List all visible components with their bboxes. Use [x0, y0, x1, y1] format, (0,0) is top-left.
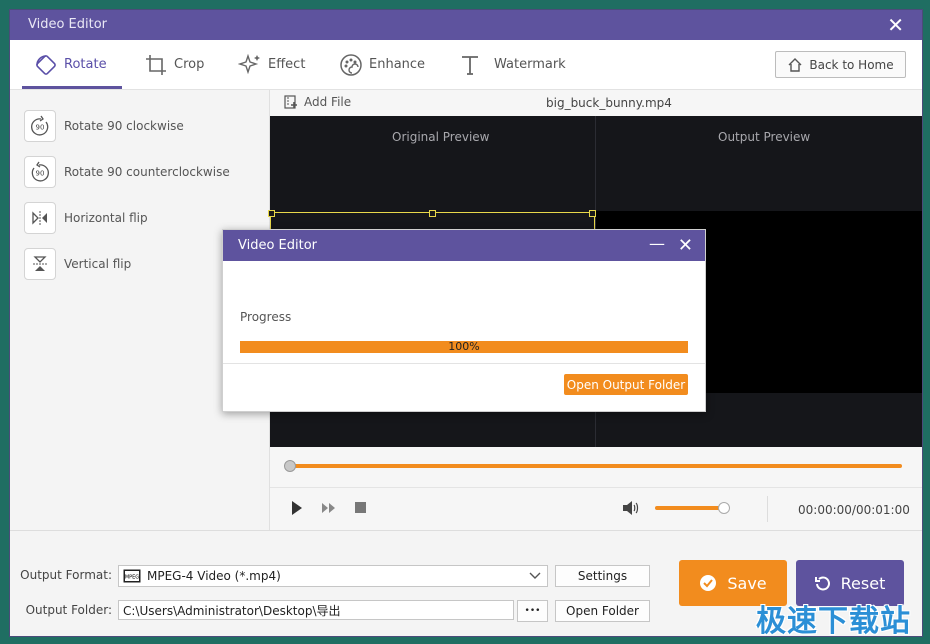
add-file-icon: [284, 95, 297, 109]
file-name: big_buck_bunny.mp4: [546, 96, 672, 110]
play-icon[interactable]: [290, 500, 304, 516]
tab-label: Watermark: [494, 57, 566, 72]
vertical-flip-icon: [24, 248, 56, 280]
progress-label: Progress: [240, 310, 292, 324]
stop-icon[interactable]: [355, 502, 366, 513]
output-folder-label: Output Folder:: [25, 603, 112, 617]
svg-text:90: 90: [36, 170, 45, 178]
rotate-counterclockwise-option[interactable]: 90 Rotate 90 counterclockwise: [24, 155, 230, 189]
edit-toolbar: Rotate Crop Effect Enhance Watermark Bac…: [10, 40, 922, 90]
close-icon[interactable]: ✕: [887, 15, 904, 35]
site-watermark: 极速下载站: [756, 604, 911, 639]
settings-button[interactable]: Settings: [555, 565, 650, 587]
effect-icon: [238, 53, 260, 74]
horizontal-flip-icon: [24, 202, 56, 234]
volume-slider[interactable]: [655, 506, 723, 510]
rotate-icon: [36, 54, 56, 75]
volume-knob[interactable]: [718, 502, 730, 514]
original-preview-label: Original Preview: [392, 130, 490, 144]
dialog-title-bar: Video Editor — ✕: [223, 230, 705, 261]
chevron-down-icon: [529, 572, 541, 579]
rotate-counterclockwise-icon: 90: [24, 156, 56, 188]
add-file-button[interactable]: Add File: [284, 95, 351, 109]
progress-dialog: Video Editor — ✕ Progress 100% Open Outp…: [222, 229, 706, 412]
volume-icon[interactable]: [622, 500, 640, 516]
horizontal-flip-option[interactable]: Horizontal flip: [24, 201, 148, 235]
home-icon: [788, 57, 802, 72]
reset-label: Reset: [840, 573, 886, 593]
tab-effect[interactable]: Effect: [238, 40, 305, 89]
enhance-icon: [340, 53, 362, 76]
title-bar: Video Editor ✕: [10, 10, 922, 40]
dialog-title: Video Editor: [238, 238, 318, 253]
back-to-home-label: Back to Home: [809, 57, 894, 72]
option-label: Rotate 90 counterclockwise: [64, 165, 230, 179]
back-to-home-button[interactable]: Back to Home: [775, 51, 906, 78]
mpeg-file-icon: MPEG: [123, 569, 141, 583]
seek-knob[interactable]: [284, 460, 296, 472]
minimize-icon[interactable]: —: [649, 234, 665, 253]
file-bar: Add File big_buck_bunny.mp4: [270, 90, 922, 116]
dialog-divider: [223, 363, 705, 364]
tab-label: Enhance: [369, 57, 426, 72]
output-folder-field[interactable]: C:\Users\Administrator\Desktop\导出: [118, 600, 514, 620]
timeline: [270, 447, 922, 487]
window-title: Video Editor: [28, 17, 108, 32]
dialog-close-icon[interactable]: ✕: [678, 235, 693, 256]
watermark-icon: [462, 55, 478, 75]
option-label: Horizontal flip: [64, 211, 148, 225]
tab-enhance[interactable]: Enhance: [339, 40, 425, 89]
add-file-label: Add File: [304, 95, 352, 109]
output-format-select[interactable]: MPEG MPEG-4 Video (*.mp4): [118, 565, 548, 587]
crop-handle[interactable]: [429, 210, 436, 217]
output-format-value: MPEG-4 Video (*.mp4): [147, 569, 281, 583]
crop-handle[interactable]: [589, 210, 596, 217]
browse-folder-button[interactable]: •••: [517, 600, 548, 622]
save-label: Save: [727, 573, 767, 593]
fast-forward-icon[interactable]: [321, 500, 337, 516]
svg-text:90: 90: [36, 124, 45, 132]
open-output-folder-button[interactable]: Open Output Folder: [564, 374, 688, 395]
rotate-clockwise-option[interactable]: 90 Rotate 90 clockwise: [24, 109, 184, 143]
tab-label: Crop: [174, 57, 205, 72]
vertical-flip-option[interactable]: Vertical flip: [24, 247, 131, 281]
svg-text:MPEG: MPEG: [125, 575, 139, 581]
option-label: Vertical flip: [64, 257, 132, 271]
reset-icon: [814, 576, 830, 591]
rotate-clockwise-icon: 90: [24, 110, 56, 142]
tab-label: Effect: [268, 57, 306, 72]
seek-track[interactable]: [288, 464, 902, 468]
tab-rotate[interactable]: Rotate: [34, 40, 107, 89]
crop-icon: [146, 54, 166, 75]
playback-time: 00:00:00/00:01:00: [798, 503, 910, 517]
active-tab-indicator: [22, 86, 122, 89]
crop-handle[interactable]: [268, 210, 275, 217]
output-format-label: Output Format:: [20, 568, 112, 582]
output-preview-label: Output Preview: [718, 130, 811, 144]
option-label: Rotate 90 clockwise: [64, 119, 184, 133]
tab-crop[interactable]: Crop: [144, 40, 204, 89]
tab-label: Rotate: [64, 57, 107, 72]
controls-divider: [767, 496, 768, 522]
progress-bar: 100%: [240, 341, 688, 353]
open-folder-button[interactable]: Open Folder: [555, 600, 650, 622]
player-controls: 00:00:00/00:01:00: [270, 487, 922, 531]
checkmark-icon: [700, 575, 717, 591]
tab-watermark[interactable]: Watermark: [458, 40, 566, 89]
